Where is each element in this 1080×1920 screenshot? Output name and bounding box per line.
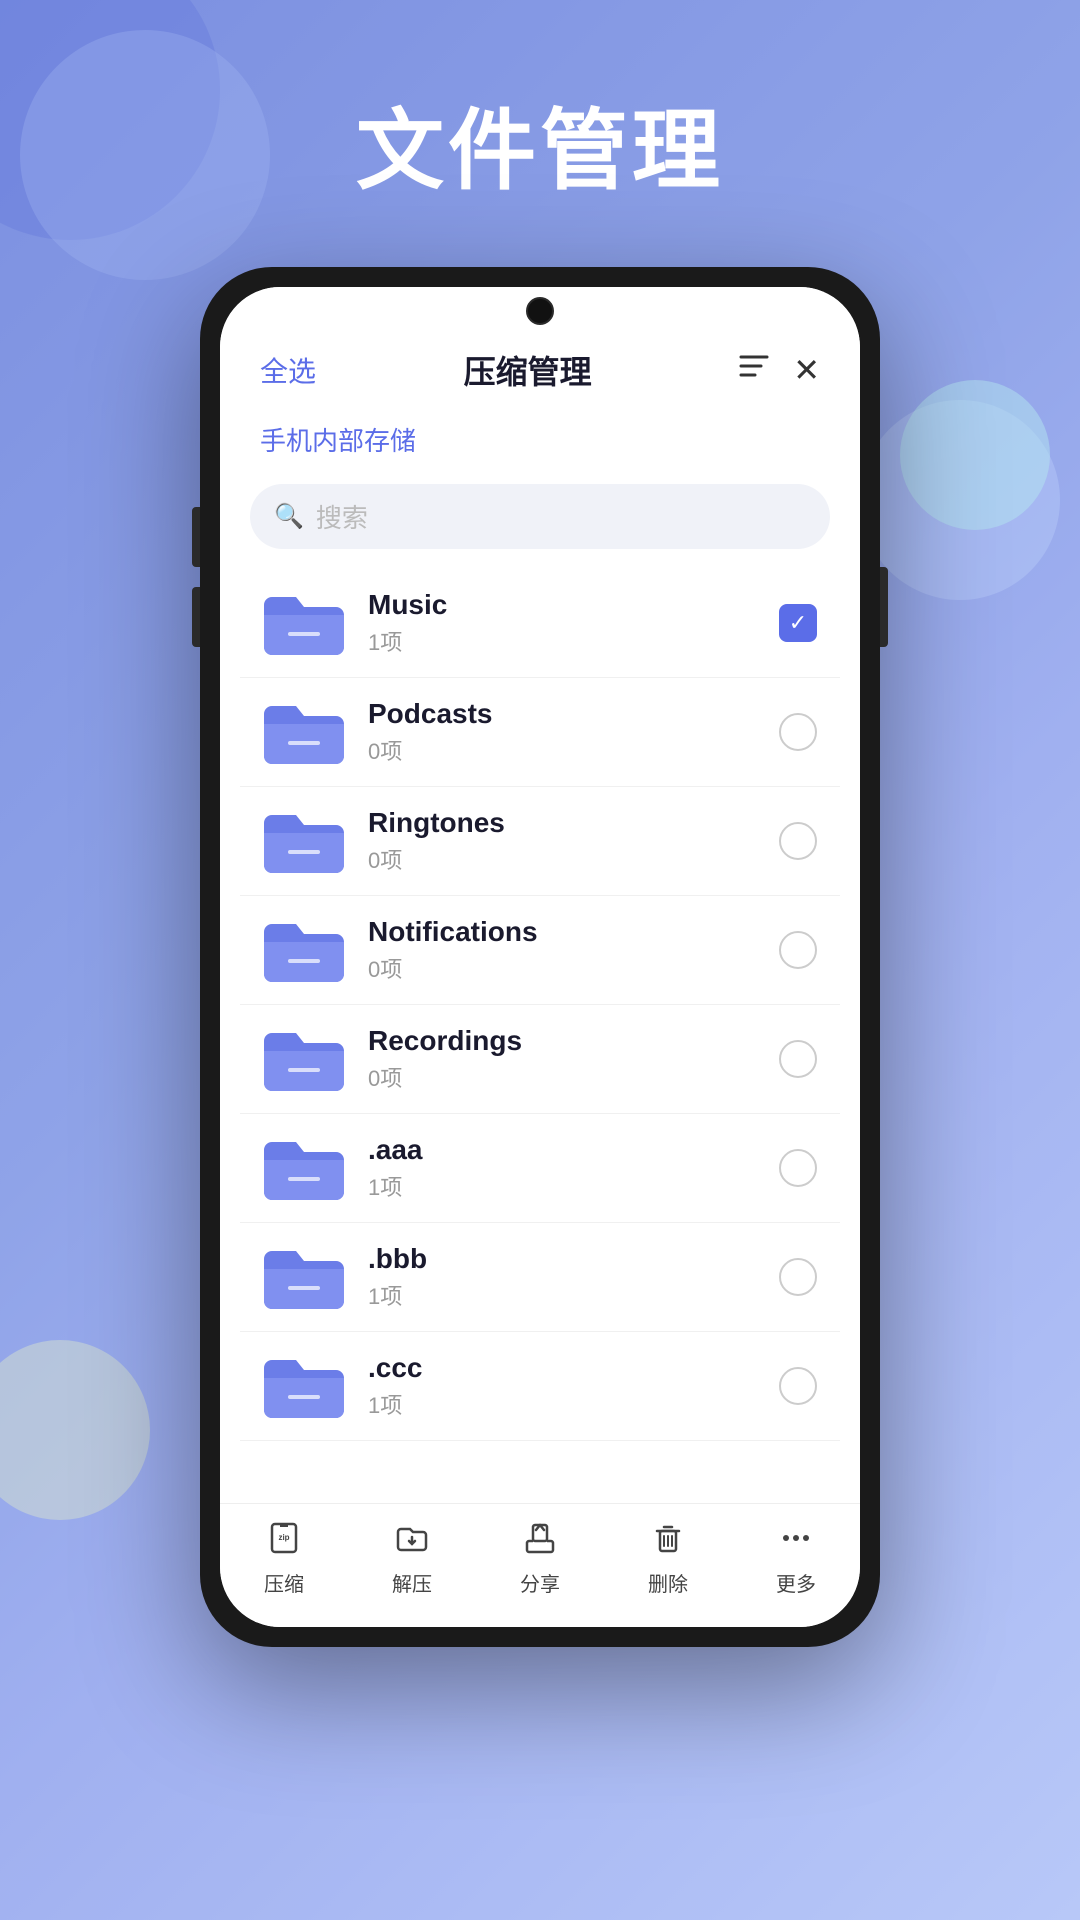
- checkbox[interactable]: [776, 1364, 820, 1408]
- search-input[interactable]: 搜索: [316, 498, 368, 535]
- folder-icon: [260, 914, 348, 986]
- camera-notch: [526, 297, 554, 325]
- file-name: .aaa: [368, 1134, 756, 1166]
- checkbox-unchecked: [779, 1367, 817, 1405]
- list-item[interactable]: Podcasts 0项: [240, 678, 840, 787]
- file-info: .aaa 1项: [368, 1134, 756, 1202]
- file-info: .ccc 1项: [368, 1352, 756, 1420]
- toolbar-label: 删除: [648, 1568, 688, 1597]
- file-name: Music: [368, 589, 756, 621]
- page-title: 文件管理: [356, 80, 724, 207]
- checkbox[interactable]: [776, 1146, 820, 1190]
- toolbar-label: 更多: [776, 1568, 816, 1597]
- file-info: Ringtones 0项: [368, 807, 756, 875]
- checkbox[interactable]: [776, 1037, 820, 1081]
- folder-icon: [260, 1350, 348, 1422]
- bg-decoration-3: [860, 400, 1060, 600]
- select-all-button[interactable]: 全选: [260, 350, 316, 390]
- list-item[interactable]: .aaa 1项: [240, 1114, 840, 1223]
- file-info: Notifications 0项: [368, 916, 756, 984]
- file-name: Podcasts: [368, 698, 756, 730]
- checkbox-unchecked: [779, 1258, 817, 1296]
- file-count: 1项: [368, 625, 756, 657]
- folder-icon: [260, 1023, 348, 1095]
- bottom-toolbar: zip 压缩 解压 分享 删除 更多: [220, 1503, 860, 1627]
- file-info: .bbb 1项: [368, 1243, 756, 1311]
- list-item[interactable]: .ccc 1项: [240, 1332, 840, 1441]
- more-icon: [778, 1520, 814, 1562]
- file-count: 1项: [368, 1170, 756, 1202]
- folder-icon: [260, 1132, 348, 1204]
- sort-icon[interactable]: [739, 353, 769, 387]
- checkbox-unchecked: [779, 1040, 817, 1078]
- checkbox[interactable]: [776, 819, 820, 863]
- file-list: Music 1项 ✓ Podcasts 0项 Ringtones 0项 Noti…: [220, 569, 860, 1503]
- volume-up-button: [192, 507, 200, 567]
- file-info: Music 1项: [368, 589, 756, 657]
- file-name: Notifications: [368, 916, 756, 948]
- checkbox-unchecked: [779, 713, 817, 751]
- list-item[interactable]: Notifications 0项: [240, 896, 840, 1005]
- search-container: 🔍 搜索: [220, 474, 860, 569]
- toolbar-item-删除[interactable]: 删除: [648, 1520, 688, 1597]
- decompress-icon: [394, 1520, 430, 1562]
- checkbox-checked: ✓: [779, 604, 817, 642]
- volume-down-button: [192, 587, 200, 647]
- power-button: [880, 567, 888, 647]
- toolbar-label: 分享: [520, 1568, 560, 1597]
- folder-icon: [260, 587, 348, 659]
- search-icon: 🔍: [274, 502, 304, 531]
- storage-label: 手机内部存储: [220, 413, 860, 474]
- share-icon: [522, 1520, 558, 1562]
- checkbox-unchecked: [779, 931, 817, 969]
- toolbar-label: 解压: [392, 1568, 432, 1597]
- close-icon[interactable]: ✕: [793, 351, 820, 389]
- bg-decoration-5: [900, 380, 1050, 530]
- file-count: 0项: [368, 734, 756, 766]
- file-info: Podcasts 0项: [368, 698, 756, 766]
- file-count: 1项: [368, 1279, 756, 1311]
- phone-mockup: 全选 压缩管理 ✕ 手机内部存储 🔍 搜索: [200, 267, 880, 1647]
- list-item[interactable]: Ringtones 0项: [240, 787, 840, 896]
- file-count: 0项: [368, 843, 756, 875]
- folder-icon: [260, 696, 348, 768]
- toolbar-item-压缩[interactable]: zip 压缩: [264, 1520, 304, 1597]
- phone-screen: 全选 压缩管理 ✕ 手机内部存储 🔍 搜索: [220, 287, 860, 1627]
- file-name: Ringtones: [368, 807, 756, 839]
- toolbar-item-更多[interactable]: 更多: [776, 1520, 816, 1597]
- checkbox[interactable]: ✓: [776, 601, 820, 645]
- compress-icon: zip: [266, 1520, 302, 1562]
- delete-icon: [650, 1520, 686, 1562]
- screen-title: 压缩管理: [464, 347, 592, 393]
- file-name: .ccc: [368, 1352, 756, 1384]
- file-info: Recordings 0项: [368, 1025, 756, 1093]
- header-actions: ✕: [739, 351, 820, 389]
- bg-decoration-4: [0, 1340, 150, 1520]
- file-name: Recordings: [368, 1025, 756, 1057]
- toolbar-item-分享[interactable]: 分享: [520, 1520, 560, 1597]
- file-count: 0项: [368, 952, 756, 984]
- folder-icon: [260, 805, 348, 877]
- toolbar-item-解压[interactable]: 解压: [392, 1520, 432, 1597]
- checkbox-unchecked: [779, 1149, 817, 1187]
- checkbox[interactable]: [776, 710, 820, 754]
- checkbox[interactable]: [776, 928, 820, 972]
- checkbox[interactable]: [776, 1255, 820, 1299]
- list-item[interactable]: Recordings 0项: [240, 1005, 840, 1114]
- file-count: 1项: [368, 1388, 756, 1420]
- list-item[interactable]: Music 1项 ✓: [240, 569, 840, 678]
- search-bar[interactable]: 🔍 搜索: [250, 484, 830, 549]
- file-name: .bbb: [368, 1243, 756, 1275]
- file-count: 0项: [368, 1061, 756, 1093]
- folder-icon: [260, 1241, 348, 1313]
- toolbar-label: 压缩: [264, 1568, 304, 1597]
- bg-decoration-2: [20, 30, 270, 280]
- bg-decoration-1: [0, 0, 220, 240]
- checkbox-unchecked: [779, 822, 817, 860]
- svg-text:zip: zip: [278, 1533, 289, 1542]
- list-item[interactable]: .bbb 1项: [240, 1223, 840, 1332]
